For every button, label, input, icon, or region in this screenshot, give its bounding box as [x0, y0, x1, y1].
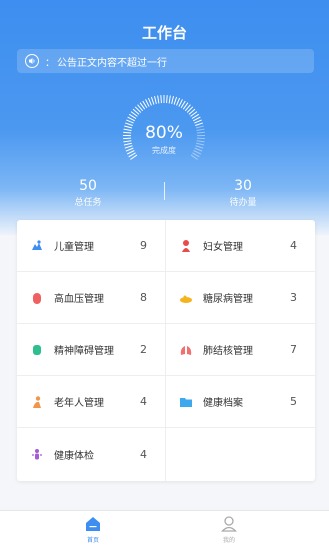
folder-icon — [179, 395, 193, 409]
lungs-icon — [179, 343, 193, 357]
module-tuberculosis-management[interactable]: 肺结核管理 7 — [166, 324, 315, 376]
module-count: 4 — [140, 448, 147, 461]
tab-home[interactable]: 首页 — [63, 515, 123, 544]
completion-label: 完成度 — [152, 146, 176, 155]
module-name: 妇女管理 — [203, 242, 243, 253]
module-count: 4 — [140, 395, 147, 408]
total-tasks-label: 总任务 — [74, 198, 102, 208]
module-count: 9 — [140, 239, 147, 252]
page-title: 工作台 — [141, 24, 187, 42]
bottom-tab-bar: 首页 我的 — [0, 510, 329, 550]
module-grid: 儿童管理 9 妇女管理 4 高血压管理 8 糖尿病管理 3 精神障碍管理 2 肺… — [17, 220, 315, 481]
total-tasks-stat[interactable]: 50 总任务 — [38, 178, 138, 208]
pending-tasks-value: 30 — [234, 178, 252, 194]
elderly-icon — [30, 395, 44, 409]
gauge-tick — [150, 96, 155, 105]
gauge-tick — [168, 95, 171, 104]
module-name: 糖尿病管理 — [203, 294, 253, 305]
gauge-tick — [160, 95, 162, 104]
gauge-tick — [173, 96, 178, 105]
module-name: 健康体检 — [54, 451, 94, 462]
module-name: 精神障碍管理 — [54, 346, 114, 357]
module-health-records[interactable]: 健康档案 5 — [166, 376, 315, 428]
module-count: 5 — [290, 395, 297, 408]
blood-pressure-icon — [30, 291, 44, 305]
module-name: 健康档案 — [203, 398, 243, 409]
module-name: 儿童管理 — [54, 242, 94, 253]
notice-colon: ： — [45, 57, 55, 69]
gauge-tick — [157, 95, 160, 104]
total-tasks-value: 50 — [79, 178, 97, 194]
module-child-management[interactable]: 儿童管理 9 — [17, 220, 166, 272]
module-count: 7 — [290, 343, 297, 356]
gauge-tick — [145, 99, 150, 107]
module-elderly-management[interactable]: 老年人管理 4 — [17, 376, 166, 428]
module-woman-management[interactable]: 妇女管理 4 — [166, 220, 315, 272]
module-health-checkup[interactable]: 健康体检 4 — [17, 428, 166, 481]
gauge-tick — [171, 95, 174, 105]
mental-icon — [30, 343, 44, 357]
module-count: 8 — [140, 291, 147, 304]
child-icon — [30, 239, 44, 253]
gauge-tick — [178, 99, 183, 107]
woman-icon — [179, 239, 193, 253]
home-icon — [86, 517, 100, 531]
gauge-tick — [154, 95, 157, 105]
diabetes-icon — [179, 291, 193, 305]
module-count: 4 — [290, 239, 297, 252]
pending-tasks-label: 待办量 — [229, 198, 257, 208]
module-count: 2 — [140, 343, 147, 356]
gauge-tick — [147, 97, 152, 106]
tab-me-label: 我的 — [222, 537, 235, 544]
gauge-tick — [166, 95, 168, 104]
tab-me[interactable]: 我的 — [199, 515, 259, 544]
checkup-icon — [30, 448, 44, 462]
module-diabetes-management[interactable]: 糖尿病管理 3 — [166, 272, 315, 324]
gauge-tick — [176, 97, 181, 106]
module-hypertension-management[interactable]: 高血压管理 8 — [17, 272, 166, 324]
module-name: 高血压管理 — [54, 294, 104, 305]
notice-text: 公告正文内容不超过一行 — [57, 57, 167, 69]
stats-divider — [164, 182, 165, 200]
module-mental-disorder-management[interactable]: 精神障碍管理 2 — [17, 324, 166, 376]
module-name: 老年人管理 — [54, 398, 104, 409]
tab-home-label: 首页 — [86, 537, 99, 544]
user-icon — [221, 516, 237, 532]
pending-tasks-stat[interactable]: 30 待办量 — [193, 178, 293, 208]
module-name: 肺结核管理 — [203, 346, 253, 357]
speaker-icon — [25, 54, 39, 68]
notice-bar[interactable]: ： 公告正文内容不超过一行 — [17, 49, 314, 73]
completion-percent: 80% — [145, 123, 183, 143]
module-count: 3 — [290, 291, 297, 304]
